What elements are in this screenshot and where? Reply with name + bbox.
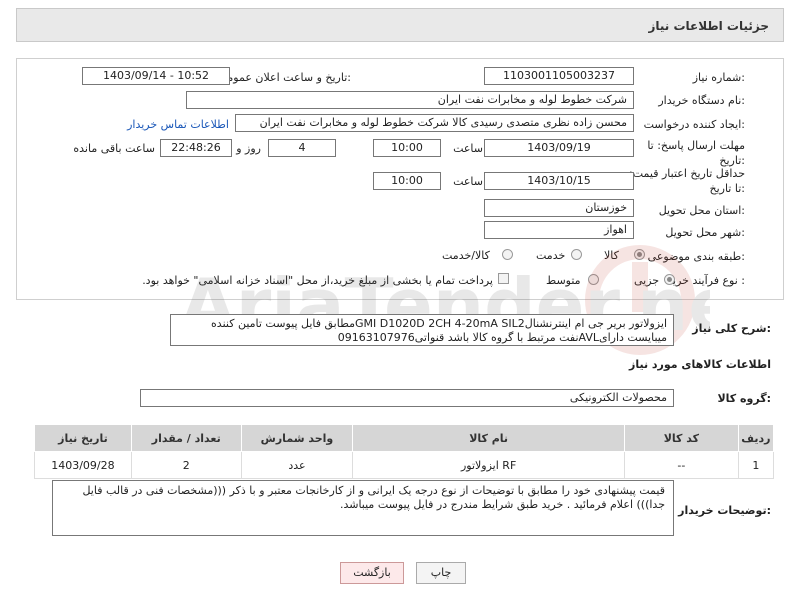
goods-section-title: اطلاعات کالاهای مورد نیاز [629,358,771,371]
back-button[interactable]: بازگشت [340,562,404,584]
days-remaining-field: 4 [268,139,336,157]
days-label: روز و [236,142,261,155]
description-textarea[interactable]: ایزولاتور بریر جی ام اینترنشنالGMI D1020… [170,314,674,346]
cell-row: 1 [737,451,775,479]
validity-date-field: 1403/10/15 [484,172,634,190]
validity-time-field: 10:00 [373,172,441,190]
need-number-label: شماره نیاز: [692,71,745,84]
announce-datetime-field: 1403/09/14 - 10:52 [82,67,230,85]
deadline-label: مهلت ارسال پاسخ: تا تاریخ: [647,139,745,167]
validity-time-label: ساعت [453,175,483,188]
goods-table: تاریخ نیاز تعداد / مقدار واحد شمارش نام … [34,424,775,479]
remaining-time-label: ساعت باقی مانده [73,142,155,155]
goods-group-field: محصولات الکترونیکی [140,389,674,407]
requester-field: محسن زاده نظری متصدی رسیدی کالا شرکت خطو… [235,114,634,132]
province-label: استان محل تحویل: [658,204,745,217]
cell-need-date: 1403/09/28 [34,451,132,479]
goods-group-label: گروه کالا: [717,392,771,405]
deadline-time-field: 10:00 [373,139,441,157]
table-row: 1403/09/28 2 عدد ایزولاتور RF -- 1 [34,451,775,479]
deadline-date-field: 1403/09/19 [484,139,634,157]
col-row: ردیف [737,424,775,452]
requester-label: ایجاد کننده درخواست: [643,118,745,131]
col-unit: واحد شمارش [240,424,354,452]
buyer-notes-label: توضیحات خریدار: [678,504,771,517]
buyer-org-field: شرکت خطوط لوله و مخابرات نفت ایران [186,91,634,109]
col-quantity: تعداد / مقدار [130,424,242,452]
page-header: جزئیات اطلاعات نیاز [16,8,784,42]
goods-table-header: تاریخ نیاز تعداد / مقدار واحد شمارش نام … [34,424,775,452]
city-field: اهواز [484,221,634,239]
page-title: جزئیات اطلاعات نیاز [648,19,769,33]
validity-label: حداقل تاریخ اعتبار قیمت: تا تاریخ: [629,167,745,195]
deadline-time-label: ساعت [453,142,483,155]
buyer-contact-link[interactable]: اطلاعات تماس خریدار [127,118,229,131]
cell-unit: عدد [240,451,354,479]
cell-item-name: ایزولاتور RF [352,451,625,479]
cell-item-code: -- [623,451,739,479]
print-button[interactable]: چاپ [416,562,466,584]
buyer-org-label: نام دستگاه خریدار: [658,94,745,107]
description-label: شرح کلی نیاز: [692,322,771,335]
province-field: خوزستان [484,199,634,217]
col-need-date: تاریخ نیاز [34,424,132,452]
col-item-code: کد کالا [623,424,739,452]
col-item-name: نام کالا [352,424,625,452]
remaining-time-field: 22:48:26 [160,139,232,157]
cell-quantity: 2 [130,451,242,479]
need-number-field: 1103001105003237 [484,67,634,85]
city-label: شهر محل تحویل: [665,226,745,239]
announce-label: تاریخ و ساعت اعلان عمومی: [218,71,351,84]
buyer-notes-textarea[interactable]: قیمت پیشنهادی خود را مطابق با توضیحات از… [52,480,674,536]
